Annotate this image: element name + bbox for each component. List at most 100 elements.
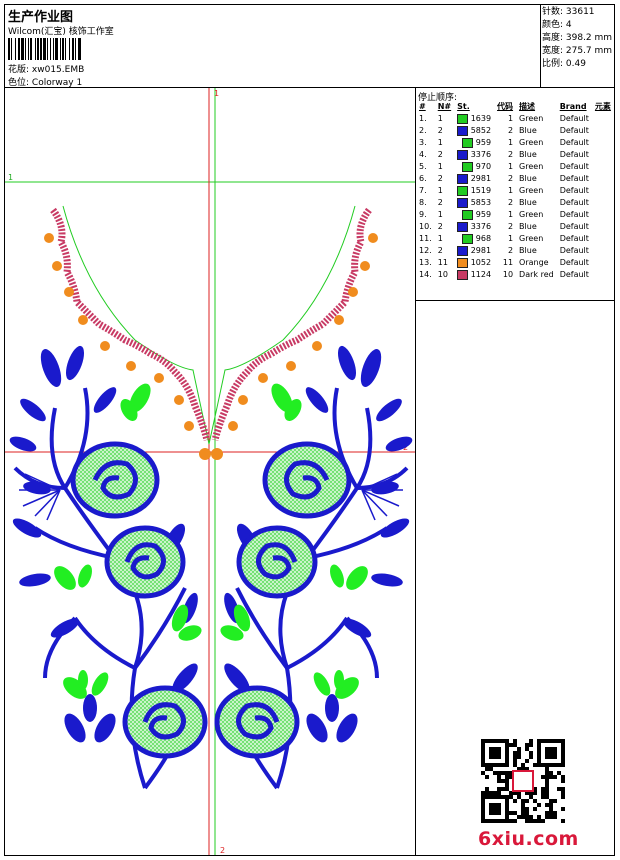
seq-row: 3. 1 959 1 Green Default [416,137,614,149]
seq-row: 1. 1 1639 1 Green Default [416,113,614,125]
seq-brand: Default [559,162,589,171]
seq-brand: Default [559,210,589,219]
seq-stitch-count: 1124 [470,270,492,279]
color-swatch [457,185,469,196]
color-swatch [457,221,469,232]
seq-index: 1. [419,114,427,123]
seq-header-1: N# [437,102,452,111]
seq-code: 1 [507,162,514,171]
seq-brand: Default [559,234,589,243]
seq-element [592,137,614,149]
seq-desc: Blue [519,198,537,207]
rose-middle-left [104,525,186,599]
seq-stitch-count: 5853 [470,198,492,207]
seq-stitch-count: 5852 [470,126,492,135]
seq-element [592,245,614,257]
seq-brand: Default [559,270,589,279]
seq-element [592,257,614,269]
seq-stitch-count: 1639 [470,114,492,123]
seq-stitches: 3376 [454,149,494,161]
seq-code: 1 [507,210,514,219]
color-count: 颜色: 4 [542,20,572,30]
seq-index: 9. [419,210,427,219]
seq-code: 2 [507,198,514,207]
seq-code: 2 [507,150,514,159]
seq-element [592,233,614,245]
seq-code: 11 [502,258,514,267]
seq-stitch-count: 968 [475,234,492,243]
seq-row: 5. 1 970 1 Green Default [416,161,614,173]
guide-label-h-left: 1 [8,173,13,182]
seq-index: 13. [419,258,432,267]
rose-top-left [70,441,160,519]
color-swatch [462,209,474,220]
seq-stitch-count: 1519 [470,186,492,195]
studio-name: Wilcom(汇宝) 核饰工作室 [8,27,114,37]
seq-desc: Green [519,138,544,147]
seq-desc: Blue [519,126,537,135]
seq-row: 6. 2 2981 2 Blue Default [416,173,614,185]
seq-stitches: 1052 [454,257,494,269]
seq-element [592,125,614,137]
seq-header-2: St. [457,102,470,111]
seq-row: 2. 2 5852 2 Blue Default [416,125,614,137]
seq-code: 1 [507,114,514,123]
seq-needle: 11 [437,258,448,267]
seq-desc: Green [519,186,544,195]
color-swatch [457,113,469,124]
seq-index: 10. [419,222,432,231]
color-swatch [462,137,474,148]
seq-index: 3. [419,138,427,147]
seq-row: 14. 10 1124 10 Dark red Default [416,269,614,281]
color-swatch [462,233,474,244]
seq-stitches: 2981 [454,173,494,185]
stop-sequence-table: # N# St. 代码 描述 Brand 元素 1. 1 1639 1 Green Default 2… [416,101,614,281]
seq-stitches: 2981 [454,245,494,257]
qr-code [481,739,565,823]
seq-header-0: # [419,102,426,111]
seq-desc: Green [519,210,544,219]
seq-stitches: 968 [454,233,494,245]
seq-row: 8. 2 5853 2 Blue Default [416,197,614,209]
seq-code: 2 [507,174,514,183]
seq-stitch-count: 959 [475,138,492,147]
seq-element [592,173,614,185]
seq-row: 11. 1 968 1 Green Default [416,233,614,245]
seq-stitch-count: 2981 [470,246,492,255]
seq-element [592,149,614,161]
color-swatch [457,245,469,256]
seq-code: 2 [507,126,514,135]
seq-index: 7. [419,186,427,195]
seq-code: 2 [507,246,514,255]
seq-brand: Default [559,114,589,123]
spray-left [19,473,61,521]
color-swatch [457,257,469,268]
seq-index: 11. [419,234,432,243]
seq-desc: Blue [519,150,537,159]
seq-code: 1 [507,234,514,243]
design-label: 花版: [8,65,30,75]
design-file-row: 花版: xw015.EMB [8,62,84,75]
watermark-logo: 6xiu.com [478,828,579,850]
seq-stitches: 970 [454,161,494,173]
color-swatch [457,269,469,280]
seq-index: 4. [419,150,427,159]
seq-stitches: 959 [454,209,494,221]
design-value: xw015.EMB [31,65,85,75]
seq-index: 12. [419,246,432,255]
seq-desc: Green [519,234,544,243]
color-swatch [457,149,469,160]
seq-stitches: 3376 [454,221,494,233]
seq-row: 4. 2 3376 2 Blue Default [416,149,614,161]
seq-desc: Blue [519,222,537,231]
seq-brand: Default [559,150,589,159]
embroidery-preview: 1 1 2 2 [5,88,415,855]
seq-stitch-count: 3376 [470,150,492,159]
seq-element [592,161,614,173]
seq-stitches: 1639 [454,113,494,125]
seq-needle: 1 [437,210,443,219]
barcode [8,38,118,60]
design-ratio: 比例: 0.49 [542,59,586,69]
guide-label-v-bottom: 2 [220,846,225,855]
seq-header-6: 元素 [594,102,611,111]
